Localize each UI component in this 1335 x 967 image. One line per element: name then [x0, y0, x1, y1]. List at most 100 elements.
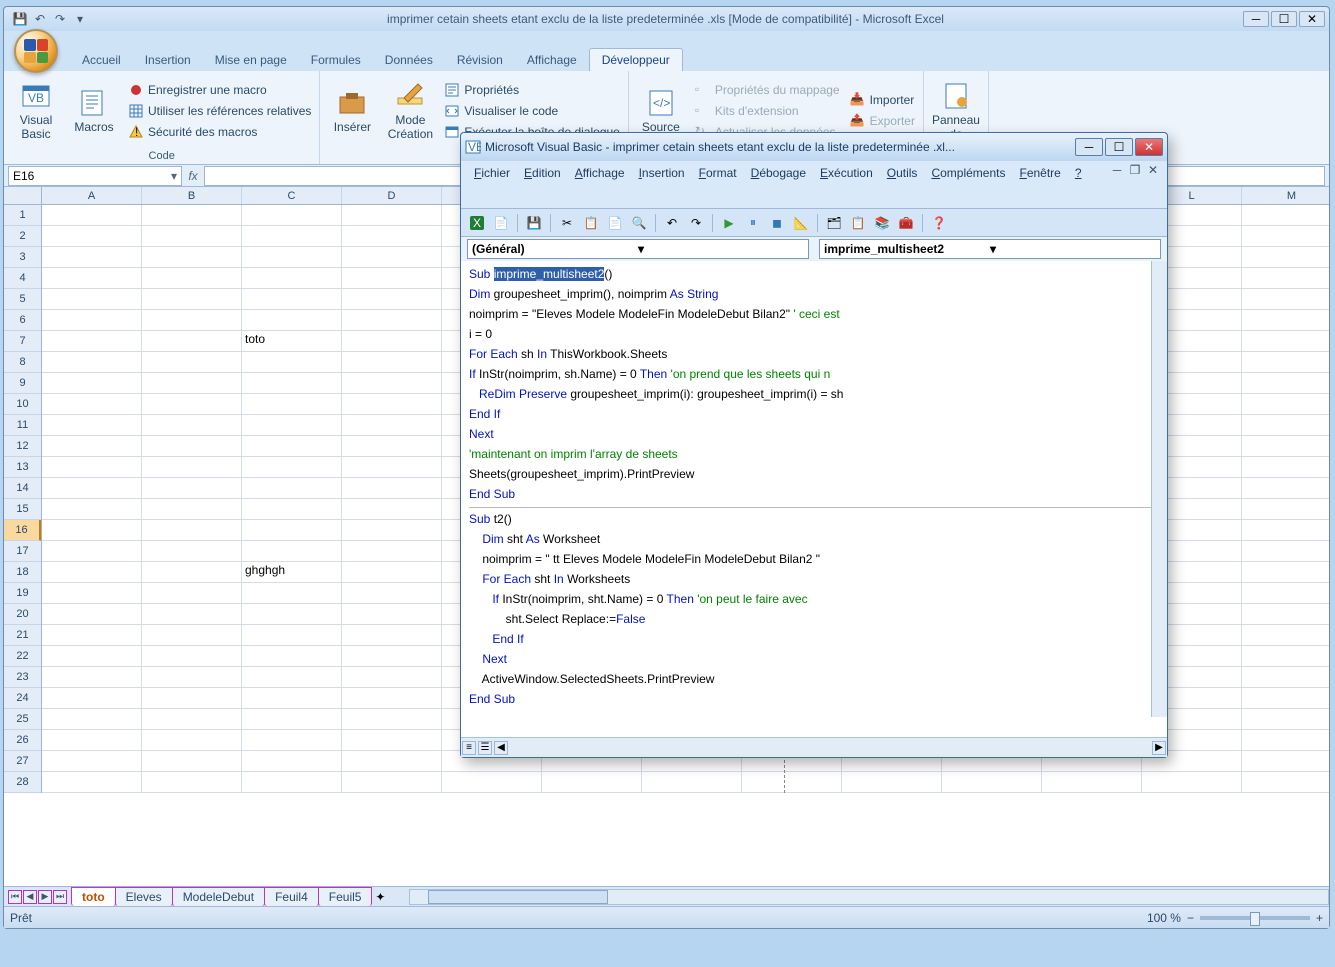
cell-M24[interactable] [1242, 688, 1329, 709]
row-header-13[interactable]: 13 [4, 457, 41, 478]
cell-C24[interactable] [242, 688, 342, 709]
cell-B25[interactable] [142, 709, 242, 730]
vbe-vertical-scrollbar[interactable] [1151, 261, 1167, 717]
cell-A10[interactable] [42, 394, 142, 415]
vbe-toolbox-icon[interactable]: 🧰 [896, 213, 916, 233]
col-header-B[interactable]: B [142, 187, 242, 204]
tab-donnees[interactable]: Données [373, 49, 445, 71]
cell-M10[interactable] [1242, 394, 1329, 415]
tab-accueil[interactable]: Accueil [70, 49, 133, 71]
macro-security-button[interactable]: !Sécurité des macros [126, 123, 313, 141]
tab-nav-last-icon[interactable]: ⏭ [53, 890, 67, 904]
cell-B5[interactable] [142, 289, 242, 310]
cell-B10[interactable] [142, 394, 242, 415]
cell-A26[interactable] [42, 730, 142, 751]
vbe-menu-fichier[interactable]: Fichier [467, 163, 517, 183]
cell-D11[interactable] [342, 415, 442, 436]
sheet-tab-feuil4[interactable]: Feuil4 [264, 887, 319, 906]
cell-M16[interactable] [1242, 520, 1329, 541]
import-button[interactable]: 📥Importer [848, 91, 917, 109]
vbe-close-button[interactable]: ✕ [1135, 138, 1163, 156]
cell-D7[interactable] [342, 331, 442, 352]
vbe-insert-icon[interactable]: 📄 [491, 213, 511, 233]
cell-M26[interactable] [1242, 730, 1329, 751]
tab-affichage[interactable]: Affichage [515, 49, 589, 71]
name-box[interactable]: E16▾ [8, 166, 182, 186]
cell-M25[interactable] [1242, 709, 1329, 730]
cell-D23[interactable] [342, 667, 442, 688]
name-box-dropdown-icon[interactable]: ▾ [171, 169, 177, 183]
vbe-object-dropdown[interactable]: (Général)▾ [467, 239, 809, 259]
cell-A20[interactable] [42, 604, 142, 625]
row-header-4[interactable]: 4 [4, 268, 41, 289]
cell-B17[interactable] [142, 541, 242, 562]
cell-A9[interactable] [42, 373, 142, 394]
qat-redo-icon[interactable]: ↷ [52, 11, 68, 27]
vbe-menu-complments[interactable]: Compléments [924, 163, 1012, 183]
cell-D21[interactable] [342, 625, 442, 646]
cell-D13[interactable] [342, 457, 442, 478]
cell-C11[interactable] [242, 415, 342, 436]
vbe-explorer-icon[interactable]: 🗂 [824, 213, 844, 233]
vbe-design-icon[interactable]: 📐 [791, 213, 811, 233]
new-sheet-button[interactable]: ✦ [371, 890, 389, 904]
cell-M27[interactable] [1242, 751, 1329, 772]
cell-B22[interactable] [142, 646, 242, 667]
cell-A17[interactable] [42, 541, 142, 562]
cell-B24[interactable] [142, 688, 242, 709]
excel-minimize-button[interactable]: ─ [1243, 11, 1269, 27]
vbe-code-pane[interactable]: Sub imprime_multisheet2() Dim groupeshee… [461, 261, 1167, 737]
export-button[interactable]: 📤Exporter [848, 112, 917, 130]
cell-D22[interactable] [342, 646, 442, 667]
cell-A14[interactable] [42, 478, 142, 499]
tab-formules[interactable]: Formules [299, 49, 373, 71]
view-code-button[interactable]: Visualiser le code [442, 102, 621, 120]
row-header-25[interactable]: 25 [4, 709, 41, 730]
cell-B4[interactable] [142, 268, 242, 289]
cell-B1[interactable] [142, 205, 242, 226]
scroll-left-icon[interactable]: ◀ [494, 741, 508, 755]
cell-C8[interactable] [242, 352, 342, 373]
tab-revision[interactable]: Révision [445, 49, 515, 71]
cell-M19[interactable] [1242, 583, 1329, 604]
row-header-26[interactable]: 26 [4, 730, 41, 751]
cell-D3[interactable] [342, 247, 442, 268]
cell-A24[interactable] [42, 688, 142, 709]
cell-C6[interactable] [242, 310, 342, 331]
cell-D26[interactable] [342, 730, 442, 751]
cell-M15[interactable] [1242, 499, 1329, 520]
cell-M17[interactable] [1242, 541, 1329, 562]
row-header-15[interactable]: 15 [4, 499, 41, 520]
row-header-10[interactable]: 10 [4, 394, 41, 415]
vbe-menu-affichage[interactable]: Affichage [568, 163, 632, 183]
cell-D19[interactable] [342, 583, 442, 604]
map-props-button[interactable]: ▫Propriétés du mappage [693, 81, 842, 99]
cell-M14[interactable] [1242, 478, 1329, 499]
cell-M3[interactable] [1242, 247, 1329, 268]
vbe-titlebar[interactable]: VB Microsoft Visual Basic - imprimer cet… [461, 133, 1167, 161]
vbe-view-full-icon[interactable]: ☰ [478, 741, 492, 755]
sheet-tab-feuil5[interactable]: Feuil5 [318, 887, 373, 906]
cell-M5[interactable] [1242, 289, 1329, 310]
row-header-14[interactable]: 14 [4, 478, 41, 499]
vbe-props-icon[interactable]: 📋 [848, 213, 868, 233]
excel-maximize-button[interactable]: ☐ [1271, 11, 1297, 27]
cell-C5[interactable] [242, 289, 342, 310]
cell-A23[interactable] [42, 667, 142, 688]
vbe-copy-icon[interactable]: 📋 [581, 213, 601, 233]
tab-insertion[interactable]: Insertion [133, 49, 203, 71]
relative-refs-button[interactable]: Utiliser les références relatives [126, 102, 313, 120]
office-orb-button[interactable] [14, 29, 58, 73]
visual-basic-button[interactable]: VB Visual Basic [10, 73, 62, 148]
cell-D24[interactable] [342, 688, 442, 709]
cell-C25[interactable] [242, 709, 342, 730]
cell-B12[interactable] [142, 436, 242, 457]
cell-M6[interactable] [1242, 310, 1329, 331]
cell-C18[interactable]: ghghgh [242, 562, 342, 583]
row-header-17[interactable]: 17 [4, 541, 41, 562]
cell-B2[interactable] [142, 226, 242, 247]
tab-nav-first-icon[interactable]: ⏮ [8, 890, 22, 904]
cell-C27[interactable] [242, 751, 342, 772]
select-all-corner[interactable] [4, 187, 42, 205]
cell-L28[interactable] [1142, 772, 1242, 793]
